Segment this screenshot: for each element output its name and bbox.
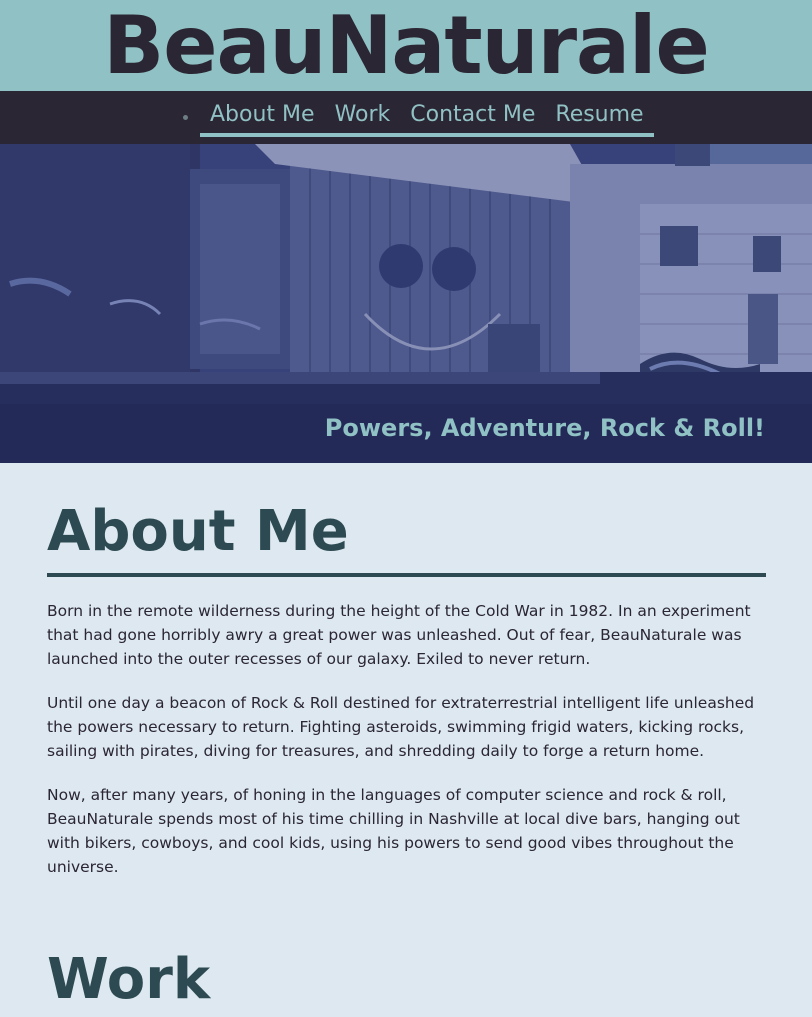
hero-banner: Powers, Adventure, Rock & Roll! — [0, 144, 812, 463]
nav-bar: About Me Work Contact Me Resume — [0, 91, 812, 144]
nav-link-contact-me[interactable]: Contact Me — [410, 97, 535, 133]
about-paragraph-1: Born in the remote wilderness during the… — [47, 602, 751, 668]
work-heading: Work — [47, 945, 766, 1017]
about-paragraph-2: Until one day a beacon of Rock & Roll de… — [47, 694, 755, 760]
nav-list: About Me Work Contact Me Resume — [200, 97, 654, 137]
nav-link-resume[interactable]: Resume — [555, 97, 643, 133]
nav-link-work[interactable]: Work — [335, 97, 391, 133]
hero-tagline: Powers, Adventure, Rock & Roll! — [324, 414, 765, 442]
nav-link-about-me[interactable]: About Me — [210, 97, 315, 133]
about-paragraph-3: Now, after many years, of honing in the … — [47, 786, 740, 876]
about-section: About Me Born in the remote wilderness d… — [47, 463, 766, 879]
main-content: About Me Born in the remote wilderness d… — [0, 463, 812, 1017]
work-section: Work — [47, 945, 766, 1017]
site-header: BeauNaturale — [0, 0, 812, 91]
site-title[interactable]: BeauNaturale — [0, 0, 812, 91]
nav-bullet-icon — [183, 115, 188, 120]
about-heading: About Me — [47, 463, 766, 577]
